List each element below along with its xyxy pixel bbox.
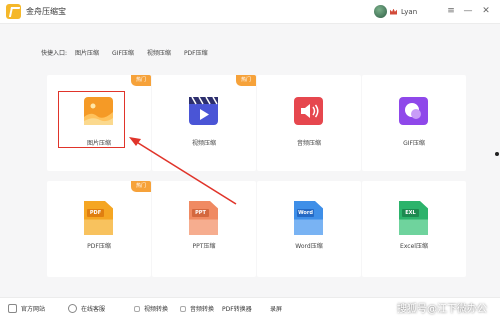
- screen-record-link[interactable]: 录屏: [270, 302, 282, 315]
- gif-icon: [399, 97, 428, 125]
- quick-entry-bar: 快捷入口: 图片压缩 GIF压缩 视频压缩 PDF压缩: [41, 46, 221, 58]
- bottom-label: 官方网站: [21, 306, 46, 313]
- file-type-tag: EXL: [402, 209, 419, 217]
- close-button[interactable]: ✕: [479, 4, 493, 19]
- monitor-icon: [8, 304, 17, 313]
- hot-badge: 热门: [131, 75, 151, 86]
- card-label: Excel压缩: [400, 243, 428, 250]
- pdf-file-icon: PDF: [84, 201, 113, 235]
- quick-entry-label: 快捷入口:: [41, 49, 68, 57]
- pdf-converter-link[interactable]: PDF转换器: [222, 302, 252, 315]
- file-type-tag: PDF: [87, 209, 104, 217]
- audio-convert-icon: [180, 305, 186, 312]
- minimize-button[interactable]: —: [461, 4, 475, 19]
- person-icon: [68, 304, 77, 313]
- excel-file-icon: EXL: [399, 201, 428, 235]
- username[interactable]: Lyan: [401, 8, 417, 16]
- card-gif-compress[interactable]: GIF压缩: [362, 75, 466, 171]
- highlight-box: [58, 91, 125, 148]
- online-service-link[interactable]: 在线客服: [68, 302, 105, 315]
- card-label: 音频压缩: [296, 140, 321, 147]
- card-video-compress[interactable]: 热门 视频压缩: [152, 75, 256, 171]
- official-site-link[interactable]: 官方网站: [8, 302, 45, 315]
- bottom-label: 视频转换: [144, 306, 169, 313]
- user-profile[interactable]: Lyan: [374, 4, 417, 19]
- bottom-label: 音频转换: [190, 306, 215, 313]
- card-pdf-compress[interactable]: 热门 PDF PDF压缩: [47, 181, 151, 277]
- audio-convert-link[interactable]: 音频转换: [180, 302, 214, 315]
- card-audio-compress[interactable]: 音频压缩: [257, 75, 361, 171]
- quick-entry-pdf[interactable]: PDF压缩: [184, 48, 208, 57]
- word-file-icon: Word: [294, 201, 323, 235]
- avatar[interactable]: [374, 5, 387, 18]
- card-excel-compress[interactable]: EXL Excel压缩: [362, 181, 466, 277]
- video-convert-link[interactable]: 视频转换: [134, 302, 168, 315]
- hot-badge: 热门: [236, 75, 256, 86]
- card-label: PDF压缩: [87, 243, 111, 250]
- ppt-file-icon: PPT: [189, 201, 218, 235]
- bottom-label: 在线客服: [81, 306, 106, 313]
- bottom-label: 录屏: [270, 306, 283, 313]
- app-logo-icon: [6, 4, 21, 19]
- card-word-compress[interactable]: Word Word压缩: [257, 181, 361, 277]
- quick-entry-image[interactable]: 图片压缩: [75, 48, 99, 57]
- side-dot: [495, 152, 499, 156]
- card-label: GIF压缩: [403, 140, 425, 147]
- card-label: PPT压缩: [192, 243, 216, 250]
- quick-entry-video[interactable]: 视频压缩: [147, 48, 171, 57]
- menu-button[interactable]: ≡: [444, 4, 458, 19]
- card-label: Word压缩: [295, 243, 323, 250]
- video-convert-icon: [134, 305, 140, 312]
- bottom-label: PDF转换器: [222, 306, 252, 313]
- app-title: 金舟压缩宝: [26, 7, 66, 16]
- audio-icon: [294, 97, 323, 125]
- file-type-tag: PPT: [192, 209, 209, 217]
- vip-crown-icon: [390, 8, 397, 15]
- card-ppt-compress[interactable]: PPT PPT压缩: [152, 181, 256, 277]
- video-icon: [189, 96, 218, 125]
- hot-badge: 热门: [131, 181, 151, 192]
- card-label: 视频压缩: [191, 140, 216, 147]
- file-type-tag: Word: [297, 209, 314, 217]
- quick-entry-gif[interactable]: GIF压缩: [112, 48, 134, 57]
- title-bar: 金舟压缩宝 Lyan ≡ — ✕: [0, 0, 500, 24]
- watermark: 搜狐号@江下微办公: [397, 304, 487, 315]
